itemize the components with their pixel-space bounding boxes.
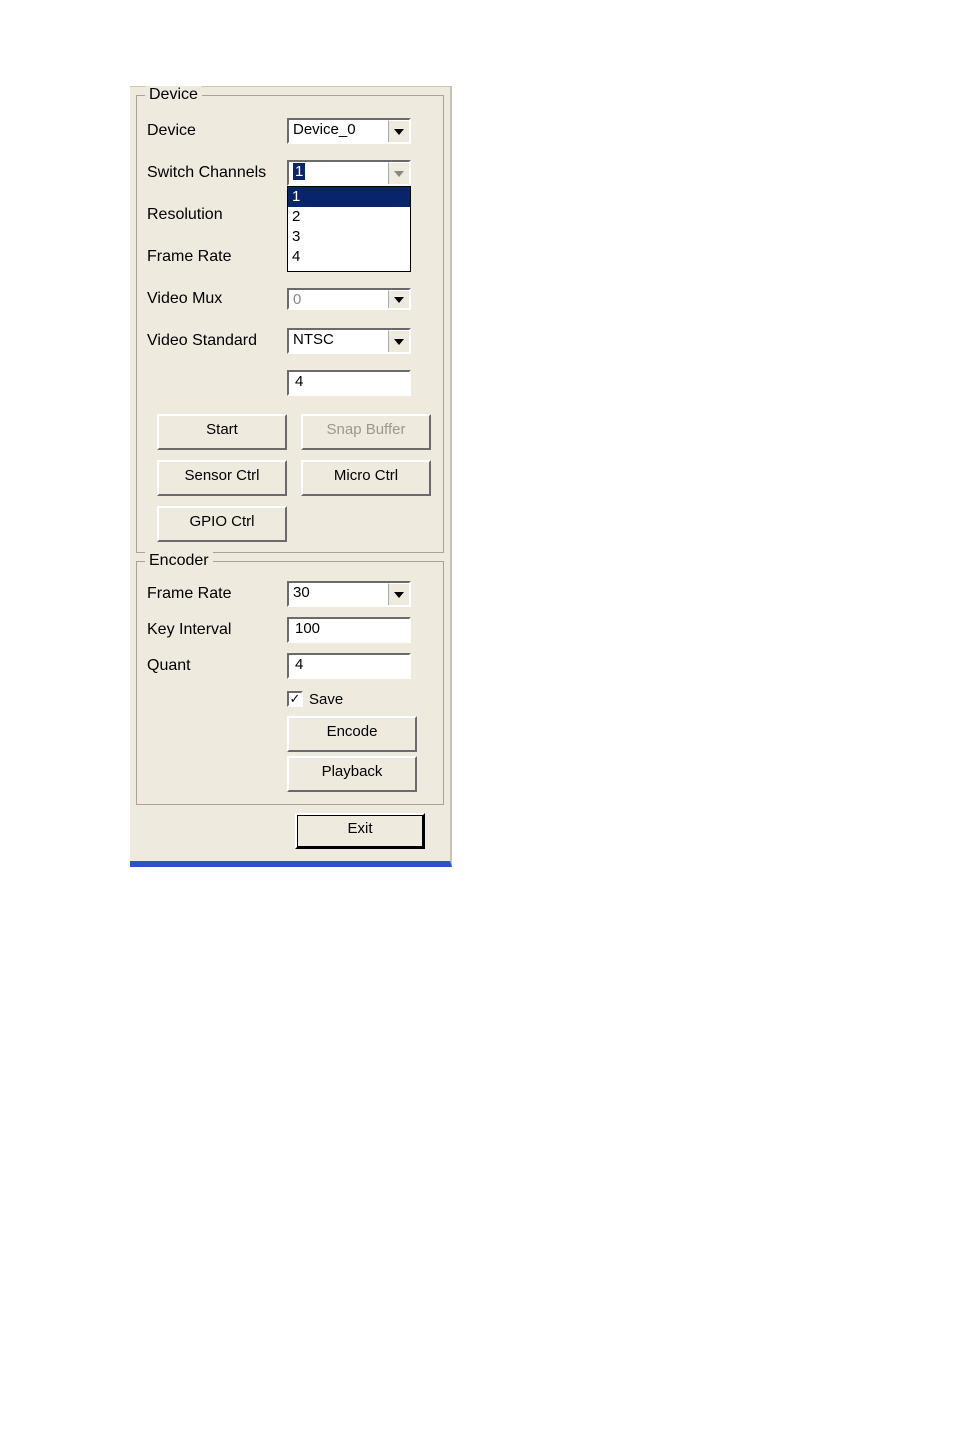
switch-channels-label: Switch Channels (147, 164, 287, 182)
dropdown-item[interactable]: 1 (288, 187, 410, 207)
switch-channels-value: 1 (289, 162, 388, 184)
switch-channels-dropdown[interactable]: 1 2 3 4 (287, 186, 411, 272)
playback-button[interactable]: Playback (287, 756, 417, 792)
switch-channels-combo[interactable]: 1 (287, 160, 411, 186)
micro-ctrl-button[interactable]: Micro Ctrl (301, 460, 431, 496)
encoder-frame-rate-label: Frame Rate (147, 585, 287, 603)
video-mux-value: 0 (289, 290, 388, 308)
snap-buffer-button: Snap Buffer (301, 414, 431, 450)
video-mux-combo[interactable]: 0 (287, 288, 411, 310)
quant-label: Quant (147, 657, 287, 675)
key-interval-field[interactable]: 100 (287, 617, 411, 643)
exit-button[interactable]: Exit (295, 813, 425, 849)
settings-panel: Device Device Device_0 Switch Channels 1 (130, 86, 452, 867)
video-mux-label: Video Mux (147, 290, 287, 308)
encoder-group-title: Encoder (145, 552, 213, 570)
device-groupbox: Device Device Device_0 Switch Channels 1 (136, 95, 444, 553)
frame-rate-label: Frame Rate (147, 248, 287, 266)
encoder-frame-rate-combo[interactable]: 30 (287, 581, 411, 607)
video-standard-combo[interactable]: NTSC (287, 328, 411, 354)
encode-button[interactable]: Encode (287, 716, 417, 752)
dropdown-item[interactable]: 3 (288, 227, 410, 247)
save-checkbox-label: Save (309, 691, 343, 708)
device-group-title: Device (145, 86, 202, 104)
save-checkbox[interactable]: ✓ Save (287, 691, 343, 708)
chevron-down-icon (388, 583, 409, 605)
dropdown-item[interactable]: 4 (288, 247, 410, 267)
video-standard-value: NTSC (289, 330, 388, 352)
readonly-field[interactable]: 4 (287, 370, 411, 396)
checkbox-box: ✓ (287, 691, 303, 707)
chevron-down-icon (388, 330, 409, 352)
start-button[interactable]: Start (157, 414, 287, 450)
device-combo[interactable]: Device_0 (287, 118, 411, 144)
chevron-down-icon (388, 162, 409, 184)
quant-field[interactable]: 4 (287, 653, 411, 679)
resolution-label: Resolution (147, 206, 287, 224)
encoder-groupbox: Encoder Frame Rate 30 Key Interval 100 Q… (136, 561, 444, 805)
device-combo-value: Device_0 (289, 120, 388, 142)
key-interval-label: Key Interval (147, 621, 287, 639)
device-label: Device (147, 122, 287, 140)
chevron-down-icon (388, 120, 409, 142)
sensor-ctrl-button[interactable]: Sensor Ctrl (157, 460, 287, 496)
encoder-frame-rate-value: 30 (289, 583, 388, 605)
video-standard-label: Video Standard (147, 332, 287, 350)
chevron-down-icon (388, 290, 409, 308)
gpio-ctrl-button[interactable]: GPIO Ctrl (157, 506, 287, 542)
dropdown-item[interactable]: 2 (288, 207, 410, 227)
